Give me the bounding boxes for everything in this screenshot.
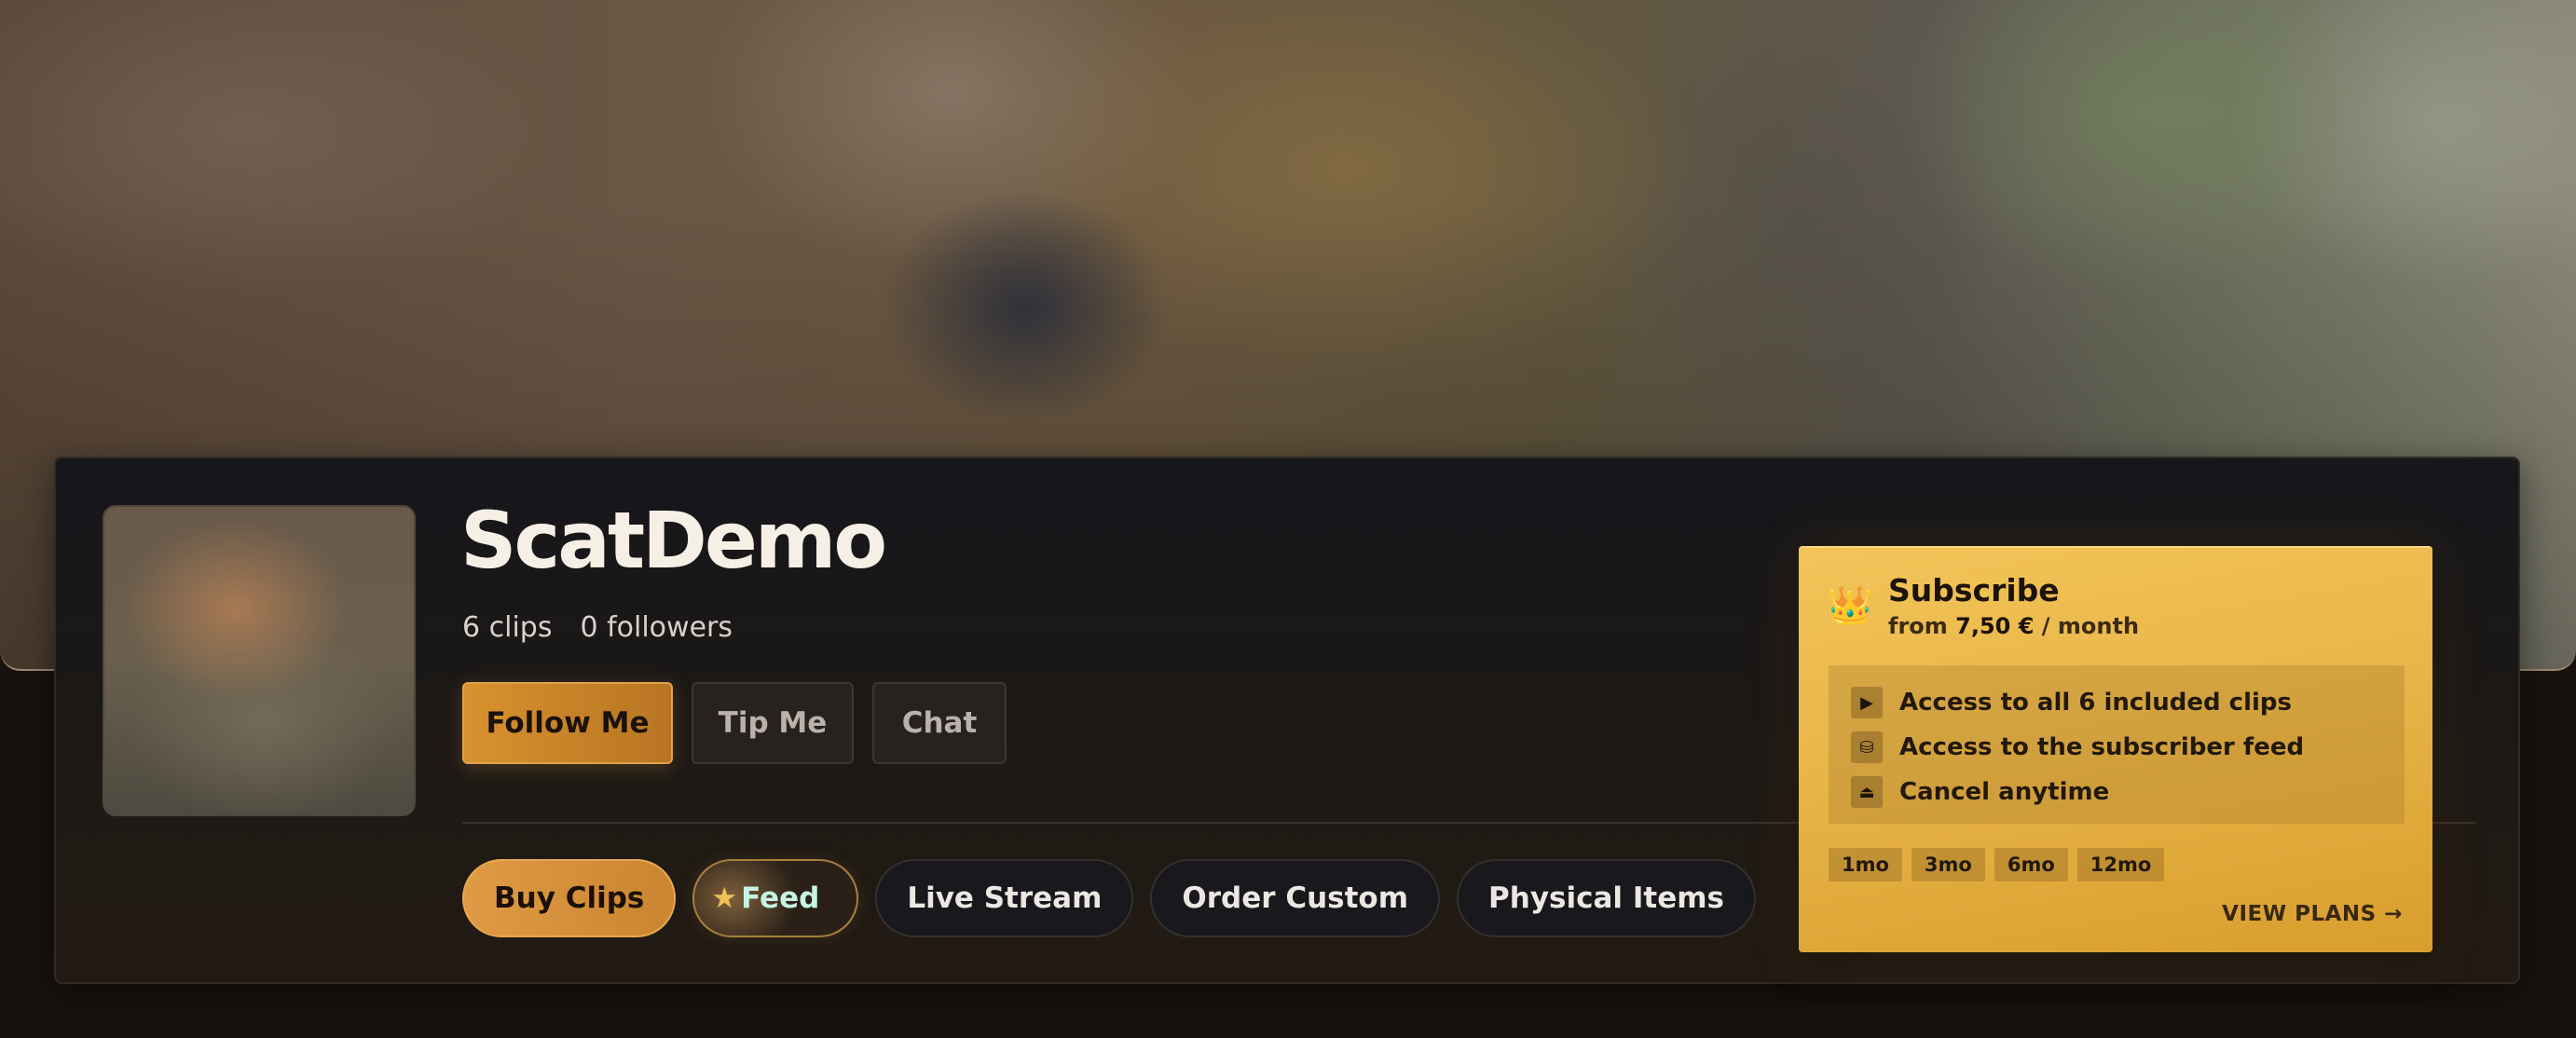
star-icon: ★ <box>711 881 738 915</box>
followers-count: 0 followers <box>580 611 733 644</box>
tab-physical-items[interactable]: Physical Items <box>1457 859 1756 937</box>
tab-feed-label: Feed <box>741 881 820 915</box>
play-icon: ▶ <box>1851 687 1883 718</box>
follow-button[interactable]: Follow Me <box>462 682 673 764</box>
crown-icon: 👑 <box>1827 584 1873 627</box>
eject-icon: ⏏ <box>1851 776 1883 808</box>
price-prefix: from <box>1888 613 1956 639</box>
price-suffix: / month <box>2034 613 2140 639</box>
tab-buy-clips[interactable]: Buy Clips <box>462 859 677 937</box>
subscribe-features: ▶ Access to all 6 included clips ⛁ Acces… <box>1829 665 2405 824</box>
plan-options: 1mo 3mo 6mo 12mo <box>1829 848 2165 881</box>
plan-1mo[interactable]: 1mo <box>1829 848 1902 881</box>
feature-label: Cancel anytime <box>1899 778 2110 806</box>
subscribe-price: from 7,50 € / month <box>1888 613 2139 639</box>
profile-name: ScatDemo <box>460 495 887 586</box>
profile-tabs: Buy Clips ★ Feed Live Stream Order Custo… <box>462 859 1756 937</box>
feature-label: Access to all 6 included clips <box>1899 689 2292 717</box>
tip-button[interactable]: Tip Me <box>692 682 854 764</box>
chat-button[interactable]: Chat <box>872 682 1007 764</box>
plan-3mo[interactable]: 3mo <box>1911 848 1985 881</box>
subscribe-card[interactable]: 👑 Subscribe from 7,50 € / month ▶ Access… <box>1799 546 2432 952</box>
feature-item: ⛁ Access to the subscriber feed <box>1851 725 2382 770</box>
profile-stats: 6 clips 0 followers <box>462 611 733 644</box>
avatar <box>103 505 416 816</box>
tab-feed[interactable]: ★ Feed <box>692 859 859 937</box>
plan-12mo[interactable]: 12mo <box>2076 848 2165 881</box>
clips-count: 6 clips <box>462 611 553 644</box>
feed-icon: ⛁ <box>1851 731 1883 763</box>
feature-item: ⏏ Cancel anytime <box>1851 770 2382 814</box>
tab-live-stream[interactable]: Live Stream <box>875 859 1134 937</box>
plan-6mo[interactable]: 6mo <box>1994 848 2068 881</box>
price-value: 7,50 € <box>1955 613 2035 639</box>
view-plans-link[interactable]: VIEW PLANS → <box>2222 902 2403 926</box>
subscribe-title: Subscribe <box>1888 572 2060 608</box>
profile-actions: Follow Me Tip Me Chat <box>462 682 1007 764</box>
feature-label: Access to the subscriber feed <box>1899 733 2305 761</box>
tab-order-custom[interactable]: Order Custom <box>1150 859 1441 937</box>
feature-item: ▶ Access to all 6 included clips <box>1851 680 2382 725</box>
